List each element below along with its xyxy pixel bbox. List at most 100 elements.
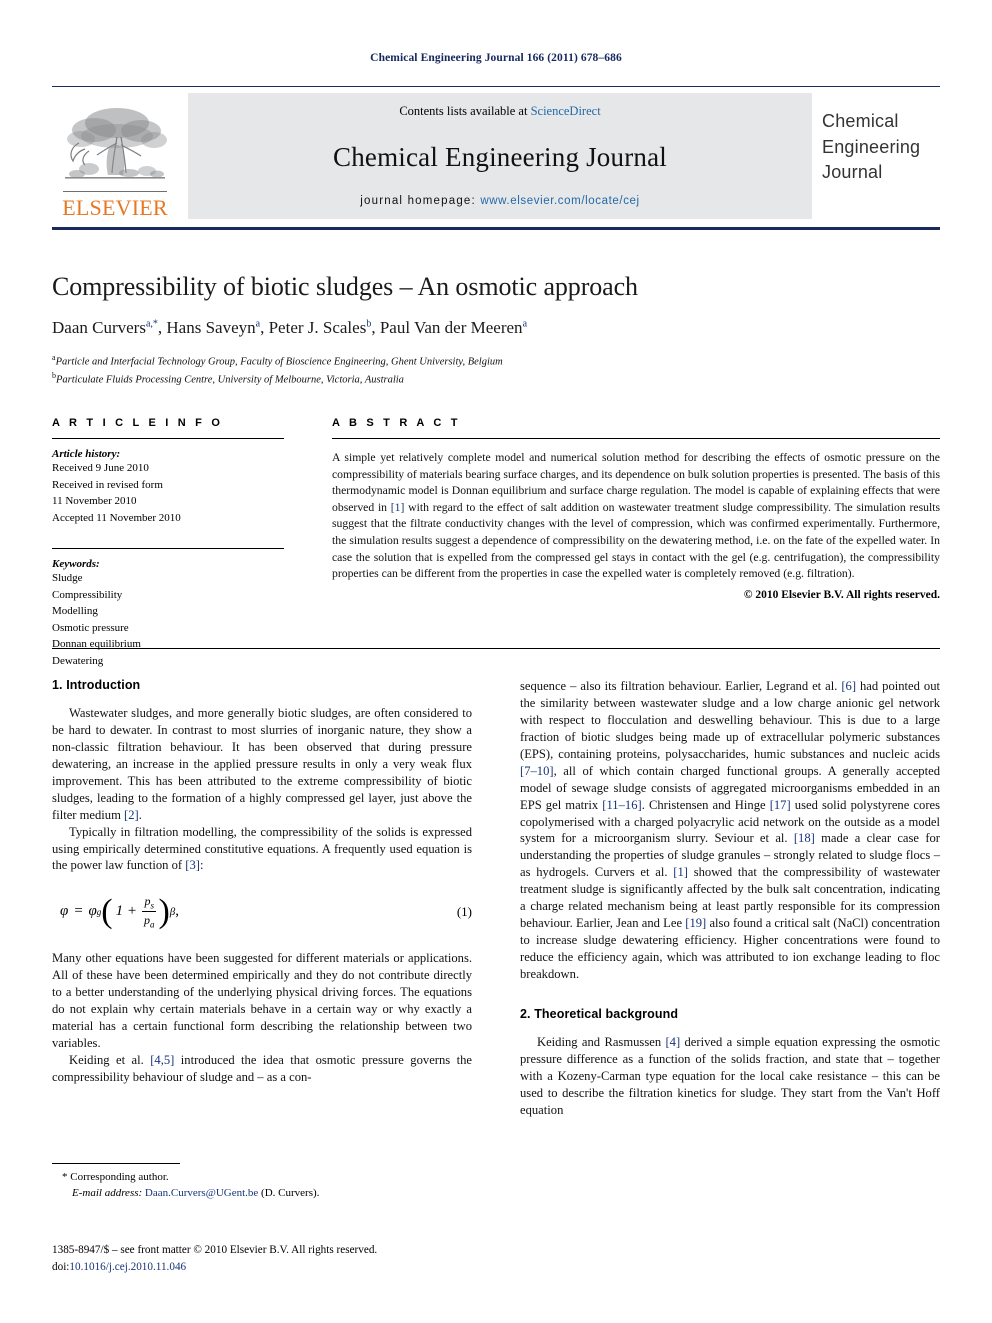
citation-3[interactable]: [3] (185, 858, 200, 872)
journal-homepage-line: journal homepage: www.elsevier.com/locat… (360, 195, 639, 207)
title-block: Compressibility of biotic sludges – An o… (52, 272, 940, 387)
author-2-marks: a (255, 318, 261, 330)
paragraph-theory-1: Keiding and Rasmussen [4] derived a simp… (520, 1034, 940, 1119)
keywords-rule (52, 548, 284, 549)
rc-p1-d: . Christensen and Hinge (641, 797, 770, 812)
doi-label: doi: (52, 1260, 70, 1273)
author-3: Peter J. Scales (268, 318, 367, 337)
homepage-label: journal homepage: (360, 195, 476, 207)
contents-available-line: Contents lists available at ScienceDirec… (399, 104, 600, 119)
eq1-denominator: pa (142, 912, 157, 929)
history-line-3: 11 November 2010 (52, 495, 137, 507)
contents-prefix: Contents lists available at (399, 104, 531, 118)
cover-line-2: Engineering (822, 136, 921, 157)
abstract-heading: A B S T R A C T (332, 417, 461, 429)
corresponding-author-note: * Corresponding author. (62, 1171, 169, 1183)
paragraph-intro-continued: sequence – also its filtration behaviour… (520, 678, 940, 983)
eq1-equals: = (73, 903, 84, 920)
equation-1: φ = φg ( 1 + ps pa ) β, (1) (52, 892, 472, 934)
journal-masthead: ELSEVIER Contents lists available at Sci… (52, 86, 940, 230)
intro-p4-text-a: Keiding et al. (69, 1053, 151, 1067)
doi-link[interactable]: 10.1016/j.cej.2010.11.046 (69, 1261, 186, 1273)
footnote-separator-rule (52, 1163, 180, 1164)
keywords-label: Keywords: (52, 558, 100, 570)
citation-2[interactable]: [2] (124, 808, 139, 822)
affiliation-list: aParticle and Interfacial Technology Gro… (52, 352, 940, 387)
eq1-comma: , (175, 903, 180, 920)
eq1-fraction: ps pa (142, 894, 157, 929)
article-info-heading: A R T I C L E I N F O (52, 417, 224, 429)
eq1-numerator: ps (142, 894, 156, 912)
eq1-den-sub: a (149, 919, 155, 930)
citation-7-10[interactable]: [7–10] (520, 764, 554, 778)
abstract-citation-1[interactable]: [1] (391, 501, 405, 514)
left-text-column: 1. Introduction Wastewater sludges, and … (52, 678, 472, 1119)
email-label: E-mail address: (72, 1186, 143, 1199)
intro-p2-text-b: : (199, 858, 204, 873)
abstract-text: A simple yet relatively complete model a… (332, 450, 940, 583)
affiliation-a: aParticle and Interfacial Technology Gro… (52, 352, 940, 370)
author-3-marks: b (366, 318, 372, 330)
elsevier-wordmark: ELSEVIER (62, 195, 168, 220)
paragraph-intro-4: Keiding et al. [4,5] introduced the idea… (52, 1052, 472, 1086)
journal-title: Chemical Engineering Journal (332, 141, 667, 172)
keyword-1: Sludge (52, 572, 83, 584)
article-info-column: A R T I C L E I N F O Article history: R… (52, 417, 284, 669)
citation-17[interactable]: [17] (770, 798, 791, 812)
history-line-4: Accepted 11 November 2010 (52, 511, 181, 524)
affiliation-b-text: Particulate Fluids Processing Centre, Un… (56, 374, 404, 386)
citation-6[interactable]: [6] (841, 679, 856, 693)
eq1-open-paren: ( (101, 892, 113, 930)
eq1-num-sub: s (150, 900, 154, 911)
author-2: Hans Saveyn (166, 318, 256, 337)
column-gap (284, 417, 332, 669)
citation-4[interactable]: [4] (665, 1035, 680, 1049)
elsevier-rule (63, 190, 167, 192)
issn-doi-block: 1385-8947/$ – see front matter © 2010 El… (52, 1242, 512, 1276)
equation-1-expression: φ = φg ( 1 + ps pa ) β, (60, 894, 179, 929)
eq1-one-plus: 1 + (115, 903, 137, 920)
citation-19[interactable]: [19] (685, 916, 706, 930)
body-columns: 1. Introduction Wastewater sludges, and … (52, 678, 940, 1119)
rc-p2-a: Keiding and Rasmussen (537, 1034, 666, 1049)
email-suffix: (D. Curvers). (258, 1186, 320, 1199)
masthead-bottom-rule (52, 227, 940, 230)
keywords-block: Keywords: Sludge Compressibility Modelli… (52, 548, 284, 669)
author-1: Daan Curvers (52, 318, 146, 337)
paragraph-intro-1: Wastewater sludges, and more generally b… (52, 705, 472, 824)
sciencedirect-link[interactable]: ScienceDirect (531, 104, 601, 118)
issn-line: 1385-8947/$ – see front matter © 2010 El… (52, 1244, 378, 1256)
abstract-column: A B S T R A C T A simple yet relatively … (332, 417, 940, 669)
journal-banner: Contents lists available at ScienceDirec… (188, 93, 812, 219)
email-link[interactable]: Daan.Curvers@UGent.be (145, 1187, 258, 1199)
citation-1[interactable]: [1] (673, 865, 688, 879)
intro-p1-text-b: . (138, 807, 142, 822)
keyword-6: Dewatering (52, 654, 104, 667)
info-abstract-block: A R T I C L E I N F O Article history: R… (52, 417, 940, 669)
citation-4-5[interactable]: [4,5] (150, 1053, 174, 1067)
history-line-1: Received 9 June 2010 (52, 462, 149, 474)
intro-p2-text-a: Typically in filtration modelling, the c… (52, 824, 472, 873)
abstract-part-2: with regard to the effect of salt additi… (332, 500, 940, 581)
section-heading-introduction: 1. Introduction (52, 678, 141, 692)
eq1-lhs: φ (60, 903, 69, 920)
citation-11-16[interactable]: [11–16] (602, 798, 641, 812)
author-1-marks: a,* (145, 318, 158, 330)
footnote-block: * Corresponding author. E-mail address: … (52, 1170, 472, 1202)
article-info-rule (52, 438, 284, 439)
author-4: Paul Van der Meeren (379, 318, 523, 337)
paper-page: Chemical Engineering Journal 166 (2011) … (0, 0, 992, 1323)
copyright-line: © 2010 Elsevier B.V. All rights reserved… (743, 588, 940, 601)
history-line-2: Received in revised form (52, 478, 163, 491)
keyword-2: Compressibility (52, 588, 123, 601)
keyword-5: Donnan equilibrium (52, 638, 141, 650)
doi-line: doi:10.1016/j.cej.2010.11.046 (52, 1259, 512, 1276)
citation-18[interactable]: [18] (794, 831, 815, 845)
keyword-3: Modelling (52, 605, 98, 617)
paragraph-intro-3: Many other equations have been suggested… (52, 951, 472, 1051)
eq1-phi-g: φ (88, 903, 97, 920)
elsevier-tree-icon (65, 107, 167, 179)
page-title: Compressibility of biotic sludges – An o… (52, 272, 638, 301)
homepage-url-link[interactable]: www.elsevier.com/locate/cej (480, 195, 639, 207)
running-head: Chemical Engineering Journal 166 (2011) … (370, 52, 622, 64)
